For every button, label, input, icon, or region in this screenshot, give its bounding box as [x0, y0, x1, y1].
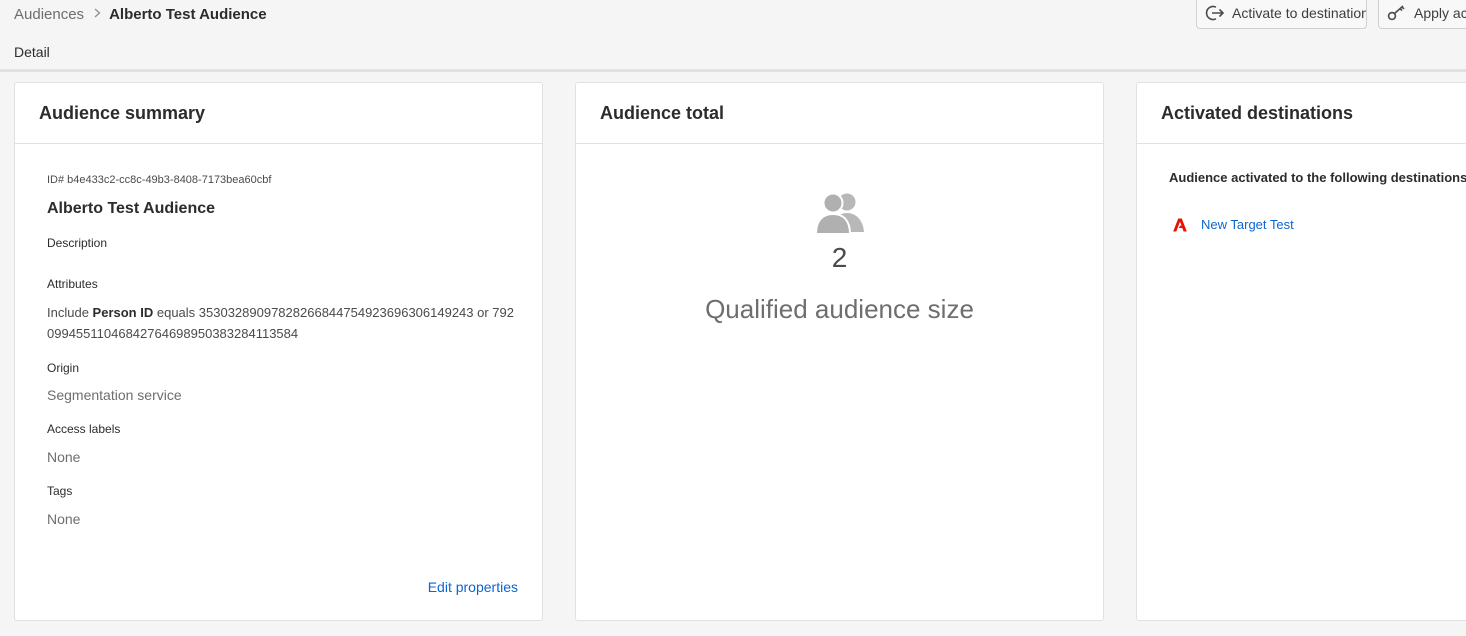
description-label: Description: [47, 236, 108, 250]
tab-bar: Detail: [14, 44, 50, 71]
audience-total-card: Audience total 2 Qualified audience size: [575, 82, 1104, 621]
attributes-value: Include Person ID equals 353032890978282…: [47, 302, 517, 344]
apply-button-label: Apply acc: [1414, 4, 1466, 21]
audience-id: ID# b4e433c2-cc8c-49b3-8408-7173bea60cbf: [47, 174, 272, 186]
activated-destinations-title: Activated destinations: [1137, 83, 1466, 144]
adobe-logo-icon: [1173, 218, 1187, 231]
edit-properties-link[interactable]: Edit properties: [428, 579, 518, 595]
activate-to-destination-button[interactable]: Activate to destination: [1196, 0, 1367, 29]
breadcrumb: Audiences Alberto Test Audience: [14, 4, 267, 24]
attributes-label: Attributes: [47, 277, 98, 291]
attributes-prefix: Include: [47, 305, 89, 320]
top-bar: Audiences Alberto Test Audience Activate…: [0, 0, 1466, 72]
destination-name: New Target Test: [1201, 217, 1294, 232]
access-labels-label: Access labels: [47, 422, 121, 436]
access-labels-value: None: [47, 449, 81, 465]
origin-label: Origin: [47, 361, 80, 375]
destinations-heading: Audience activated to the following dest…: [1169, 170, 1466, 185]
audience-name: Alberto Test Audience: [47, 200, 216, 217]
destination-item[interactable]: New Target Test: [1173, 217, 1294, 232]
audience-total-body: 2 Qualified audience size: [576, 144, 1103, 620]
people-icon: [814, 192, 864, 234]
audience-count: 2: [831, 242, 848, 273]
breadcrumb-audiences-link[interactable]: Audiences: [14, 6, 84, 23]
origin-value: Segmentation service: [47, 387, 182, 403]
activate-button-label: Activate to destination: [1232, 4, 1367, 21]
breadcrumb-current: Alberto Test Audience: [109, 5, 267, 23]
activate-icon: [1205, 3, 1225, 23]
apply-access-labels-button[interactable]: Apply acc: [1378, 0, 1466, 29]
audience-summary-card: Audience summary ID# b4e433c2-cc8c-49b3-…: [14, 82, 543, 621]
qualified-audience-label: Qualified audience size: [705, 294, 974, 324]
tab-detail[interactable]: Detail: [14, 44, 50, 71]
attributes-field: Person ID: [92, 305, 154, 320]
activated-destinations-card: Activated destinations Audience activate…: [1136, 82, 1466, 621]
audience-total-title: Audience total: [576, 83, 1103, 144]
divider: [0, 69, 1466, 72]
tags-value: None: [47, 511, 81, 527]
key-icon: [1387, 3, 1407, 23]
tags-label: Tags: [47, 484, 73, 498]
chevron-right-icon: [94, 7, 101, 21]
audience-summary-title: Audience summary: [15, 83, 542, 144]
